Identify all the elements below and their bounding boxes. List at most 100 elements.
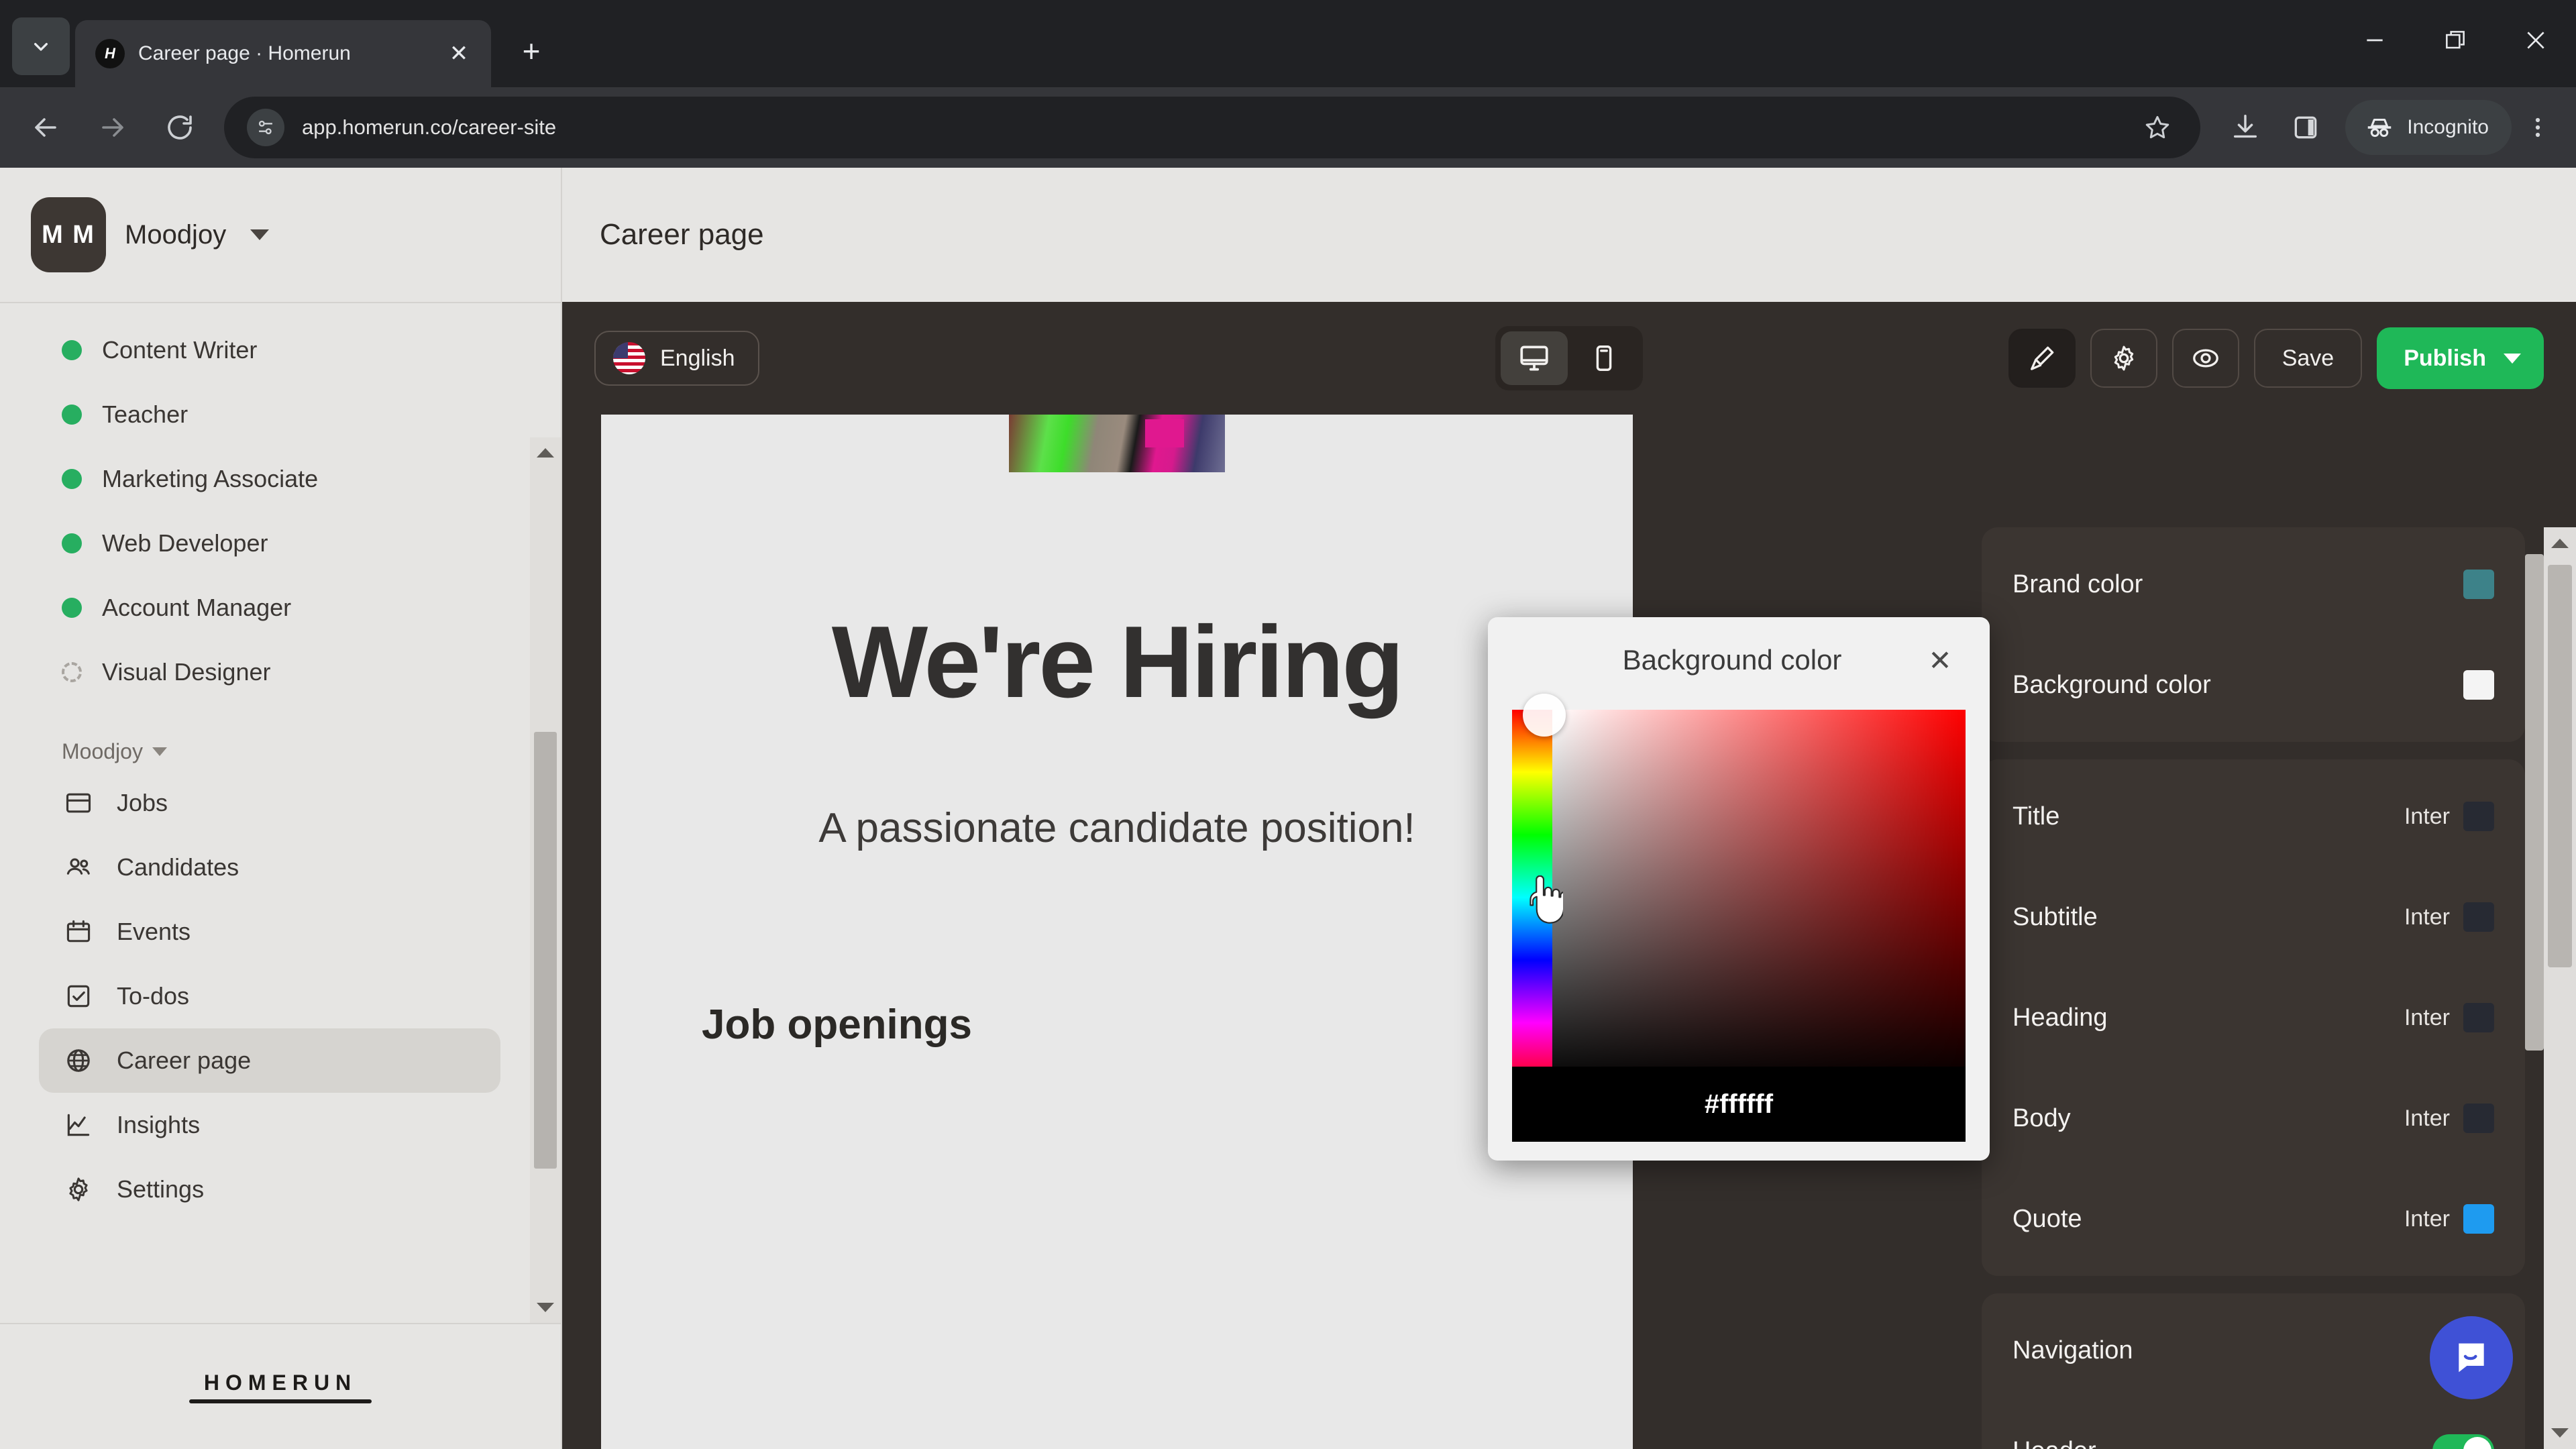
- org-switcher[interactable]: M M Moodjoy: [0, 168, 561, 302]
- window-close-button[interactable]: [2496, 0, 2576, 80]
- background-color-row[interactable]: Background color: [1982, 635, 2525, 735]
- download-icon: [2234, 115, 2257, 138]
- color-picker-close-button[interactable]: ✕: [1920, 640, 1960, 680]
- homerun-logo-underline: [189, 1399, 372, 1403]
- typography-color-swatch[interactable]: [2463, 1204, 2494, 1234]
- job-openings-heading[interactable]: Job openings: [601, 1001, 1633, 1049]
- typography-row-subtitle[interactable]: Subtitle Inter: [1982, 867, 2525, 967]
- hero-subtitle[interactable]: A passionate candidate position!: [601, 802, 1633, 855]
- tab-close-button[interactable]: ✕: [443, 38, 475, 70]
- desktop-preview-button[interactable]: [1501, 331, 1568, 385]
- job-list-item[interactable]: Content Writer: [0, 318, 561, 382]
- page-preview-canvas[interactable]: We're Hiring A passionate candidate posi…: [601, 415, 1633, 1449]
- sidebar-group-header[interactable]: Moodjoy: [0, 704, 561, 771]
- header-toggle[interactable]: [2432, 1434, 2494, 1449]
- sidebar-item-todos[interactable]: To-dos: [39, 964, 500, 1028]
- hero-title[interactable]: We're Hiring: [601, 604, 1633, 721]
- typography-row-heading[interactable]: Heading Inter: [1982, 967, 2525, 1068]
- preview-button[interactable]: [2171, 329, 2239, 388]
- line-chart-icon: [63, 1110, 94, 1140]
- close-icon: [2527, 32, 2544, 49]
- brand-color-swatch[interactable]: [2463, 570, 2494, 599]
- org-avatar: M M: [31, 197, 106, 272]
- scrollbar-thumb[interactable]: [534, 731, 557, 1169]
- downloads-button[interactable]: [2215, 97, 2275, 158]
- side-panel-button[interactable]: [2275, 97, 2336, 158]
- publish-button[interactable]: Publish: [2377, 327, 2544, 389]
- sidebar-item-insights[interactable]: Insights: [39, 1093, 500, 1157]
- typography-font: Inter: [2404, 904, 2450, 930]
- job-list-item[interactable]: Visual Designer: [0, 640, 561, 704]
- phone-icon: [1596, 345, 1612, 371]
- language-selector[interactable]: English: [594, 331, 759, 386]
- scroll-down-arrow-icon[interactable]: [2544, 1417, 2576, 1449]
- typography-card: Title Inter Subtitle Inter Heading Inter…: [1982, 759, 2525, 1276]
- favicon-letter: H: [105, 45, 115, 62]
- typography-color-swatch[interactable]: [2463, 1104, 2494, 1133]
- job-list-item[interactable]: Web Developer: [0, 511, 561, 576]
- settings-button[interactable]: [2090, 329, 2157, 388]
- scrollbar-thumb[interactable]: [2548, 565, 2572, 967]
- page-scrollbar[interactable]: [2544, 527, 2576, 1449]
- window-restore-button[interactable]: [2415, 0, 2496, 80]
- new-tab-button[interactable]: +: [506, 25, 557, 76]
- intercom-chat-button[interactable]: [2430, 1316, 2513, 1399]
- typography-row-quote[interactable]: Quote Inter: [1982, 1169, 2525, 1269]
- job-label: Teacher: [102, 400, 189, 428]
- editor-header: Career page: [562, 168, 2576, 302]
- scrollbar-track[interactable]: [530, 468, 561, 1292]
- window-minimize-button[interactable]: [2334, 0, 2415, 80]
- sidebar-item-events[interactable]: Events: [39, 900, 500, 964]
- tab-search-button[interactable]: [12, 17, 70, 75]
- color-picker-title: Background color: [1622, 644, 1842, 676]
- address-bar-url: app.homerun.co/career-site: [302, 115, 557, 139]
- typography-row-body[interactable]: Body Inter: [1982, 1068, 2525, 1169]
- minimize-icon: [2367, 39, 2383, 42]
- typography-color-swatch[interactable]: [2463, 902, 2494, 932]
- checkbox-icon: [63, 981, 94, 1012]
- job-list-item[interactable]: Account Manager: [0, 576, 561, 640]
- sidebar-item-settings[interactable]: Settings: [39, 1157, 500, 1222]
- scroll-down-arrow-icon[interactable]: [530, 1292, 561, 1323]
- browser-menu-button[interactable]: [2512, 97, 2564, 158]
- panel-scrollbar[interactable]: [2525, 527, 2544, 1449]
- status-dot-icon: [62, 598, 82, 618]
- brand-color-row[interactable]: Brand color: [1982, 534, 2525, 635]
- typography-row-title[interactable]: Title Inter: [1982, 766, 2525, 867]
- scrollbar-track[interactable]: [2544, 559, 2576, 1417]
- sidebar-item-jobs[interactable]: Jobs: [39, 771, 500, 835]
- reload-button[interactable]: [146, 94, 213, 161]
- browser-tab[interactable]: H Career page · Homerun ✕: [75, 20, 491, 87]
- save-button[interactable]: Save: [2253, 329, 2363, 388]
- back-button[interactable]: [12, 94, 79, 161]
- section-row-header[interactable]: Header: [1982, 1401, 2525, 1449]
- mobile-preview-button[interactable]: [1570, 331, 1638, 385]
- status-dot-icon: [62, 340, 82, 360]
- scroll-up-arrow-icon[interactable]: [2544, 527, 2576, 559]
- profile-incognito-button[interactable]: Incognito: [2345, 100, 2512, 155]
- panel-scrollbar-thumb[interactable]: [2525, 554, 2544, 1051]
- typography-font: Inter: [2404, 1105, 2450, 1131]
- typography-color-swatch[interactable]: [2463, 802, 2494, 831]
- job-list-item[interactable]: Teacher: [0, 382, 561, 447]
- sidebar-item-label: Candidates: [117, 853, 239, 881]
- job-list-item[interactable]: Marketing Associate: [0, 447, 561, 511]
- color-picker-header: Background color ✕: [1488, 617, 1990, 703]
- tab-title: Career page · Homerun: [138, 42, 351, 64]
- color-picker-handle[interactable]: [1523, 694, 1566, 737]
- site-info-button[interactable]: [247, 109, 284, 146]
- gear-icon: [2114, 345, 2133, 371]
- scroll-up-arrow-icon[interactable]: [530, 437, 561, 468]
- saturation-value-field[interactable]: [1552, 710, 1966, 1085]
- sidebar-item-candidates[interactable]: Candidates: [39, 835, 500, 900]
- sidebar-item-career-page[interactable]: Career page: [39, 1028, 500, 1093]
- typography-color-swatch[interactable]: [2463, 1003, 2494, 1032]
- forward-button[interactable]: [79, 94, 146, 161]
- color-picker-popup[interactable]: Background color ✕ #ffffff: [1488, 617, 1990, 1161]
- address-bar[interactable]: app.homerun.co/career-site: [224, 97, 2201, 158]
- editor-actions: Save Publish: [2008, 327, 2544, 389]
- sidebar-scrollbar[interactable]: [530, 437, 561, 1323]
- style-button[interactable]: [2008, 329, 2076, 388]
- bookmark-button[interactable]: [2137, 107, 2178, 148]
- background-color-swatch[interactable]: [2463, 670, 2494, 700]
